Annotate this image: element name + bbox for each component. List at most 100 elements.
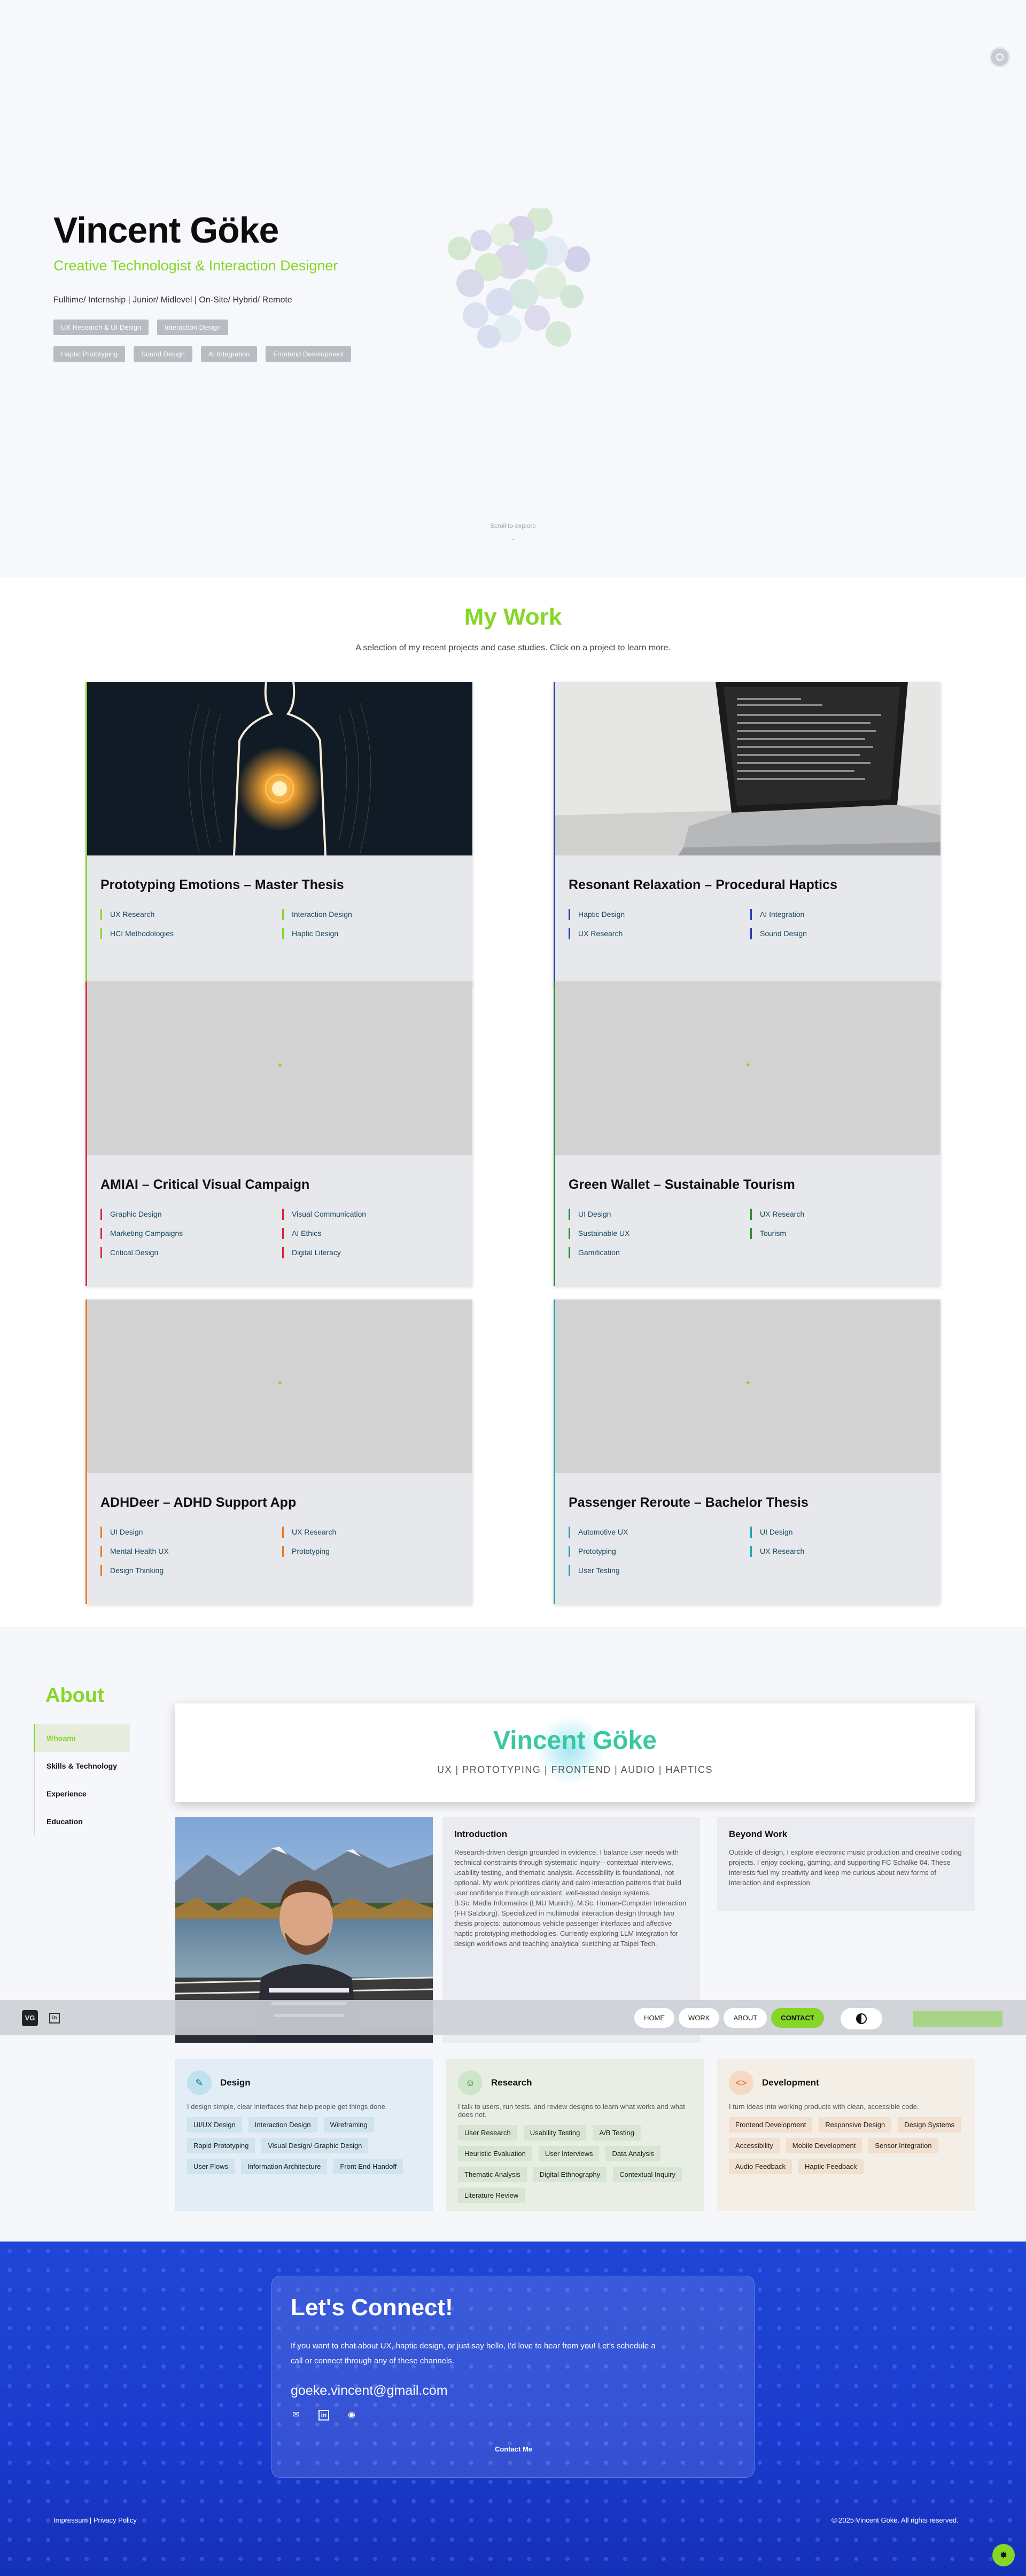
skill-card-development: <> Development I turn ideas into working … bbox=[717, 2059, 975, 2211]
project-tag: Sustainable UX bbox=[569, 1228, 750, 1239]
project-tag: Marketing Campaigns bbox=[100, 1228, 282, 1239]
banner-subtitle: UX | PROTOTYPING | FRONTEND | AUDIO | HA… bbox=[437, 1764, 713, 1775]
skill-pill: Thematic Analysis bbox=[458, 2167, 527, 2182]
project-tags: Automotive UX UI Design Prototyping UX R… bbox=[569, 1527, 932, 1576]
about-nav-skills[interactable]: Skills & Technology bbox=[34, 1752, 130, 1780]
project-tag: Visual Communication bbox=[282, 1209, 464, 1220]
project-image bbox=[555, 682, 941, 855]
project-card[interactable]: ✦ AMIAI – Critical Visual Campaign Graph… bbox=[86, 982, 472, 1286]
about-section: About Whoami Skills & Technology Experie… bbox=[0, 1627, 1026, 2242]
skill-pill: Audio Feedback bbox=[729, 2159, 792, 2174]
project-tag: Mental Health UX bbox=[100, 1546, 282, 1557]
skill-pill: Rapid Prototyping bbox=[187, 2138, 255, 2153]
skill-pill: User Flows bbox=[187, 2159, 235, 2174]
about-nav-education[interactable]: Education bbox=[34, 1808, 130, 1835]
skill-pill: Visual Design/ Graphic Design bbox=[261, 2138, 369, 2153]
skill-pills: UI/UX Design Interaction Design Wirefram… bbox=[187, 2117, 421, 2174]
skill-pill: User Interviews bbox=[538, 2146, 600, 2161]
skill-chip: Frontend Development bbox=[266, 346, 352, 362]
skill-pill: User Research bbox=[458, 2125, 517, 2141]
banner-name: Vincent Göke bbox=[493, 1726, 657, 1755]
skill-card-title: Design bbox=[220, 2077, 251, 2088]
github-icon[interactable]: ◉ bbox=[346, 2410, 357, 2421]
project-card[interactable]: ✦ ADHDeer – ADHD Support App UI Design U… bbox=[86, 1299, 472, 1604]
settings-button[interactable] bbox=[990, 47, 1010, 67]
skill-pills: Frontend Development Responsive Design D… bbox=[729, 2117, 963, 2174]
contact-section: Let's Connect! If you want to chat about… bbox=[0, 2242, 1026, 2576]
skill-pill: Usability Testing bbox=[523, 2125, 587, 2141]
nav-contact[interactable]: CONTACT bbox=[771, 2008, 824, 2028]
nav-work[interactable]: WORK bbox=[679, 2008, 720, 2028]
pen-icon: ✎ bbox=[187, 2071, 212, 2095]
floating-action-button[interactable]: ✸ bbox=[992, 2544, 1015, 2566]
about-nav-experience[interactable]: Experience bbox=[34, 1780, 130, 1808]
theme-toggle-button[interactable] bbox=[841, 2008, 882, 2029]
work-title: My Work bbox=[464, 604, 562, 630]
project-tag: Digital Literacy bbox=[282, 1247, 464, 1258]
skill-pill: Digital Ethnography bbox=[533, 2167, 607, 2182]
hero-availability: Fulltime/ Internship | Junior/ Midlevel … bbox=[53, 295, 292, 305]
project-tag: UI Design bbox=[569, 1209, 750, 1220]
hero-role: Creative Technologist & Interaction Desi… bbox=[53, 258, 338, 274]
nav-about[interactable]: ABOUT bbox=[724, 2008, 767, 2028]
logo[interactable]: VG bbox=[22, 2010, 38, 2026]
contact-title: Let's Connect! bbox=[291, 2294, 453, 2321]
project-tag: Tourism bbox=[750, 1228, 932, 1239]
project-card[interactable]: Prototyping Emotions – Master Thesis UX … bbox=[86, 682, 472, 986]
project-tag: UX Research bbox=[569, 928, 750, 939]
code-icon: <> bbox=[729, 2071, 753, 2095]
project-tags: Graphic Design Visual Communication Mark… bbox=[100, 1209, 464, 1258]
footer-legal-links[interactable]: Impressum | Privacy Policy bbox=[53, 2516, 137, 2524]
about-nav-whoami[interactable]: Whoami bbox=[34, 1724, 130, 1752]
linkedin-icon[interactable]: in bbox=[49, 2013, 60, 2024]
chevron-down-icon[interactable]: ⌄ bbox=[510, 536, 516, 542]
skill-pill: Literature Review bbox=[458, 2188, 525, 2203]
skill-card-research: ☺ Research I talk to users, run tests, an… bbox=[446, 2059, 704, 2211]
nav-home[interactable]: HOME bbox=[634, 2008, 674, 2028]
skill-chip: UX Research & UI Design bbox=[53, 320, 149, 335]
mail-icon[interactable]: ✉ bbox=[291, 2410, 301, 2421]
project-title: Prototyping Emotions – Master Thesis bbox=[100, 877, 344, 892]
linkedin-icon[interactable]: in bbox=[318, 2410, 329, 2421]
contact-text: If you want to chat about UX, haptic des… bbox=[291, 2341, 656, 2365]
skill-card-design: ✎ Design I design simple, clear interface… bbox=[175, 2059, 433, 2211]
project-card[interactable]: Resonant Relaxation – Procedural Haptics… bbox=[554, 682, 941, 986]
project-image-placeholder: ✦ bbox=[555, 1299, 941, 1473]
hero-section: Vincent Göke Creative Technologist & Int… bbox=[0, 0, 1026, 577]
skill-pill: A/B Testing bbox=[593, 2125, 641, 2141]
project-title: ADHDeer – ADHD Support App bbox=[100, 1495, 297, 1510]
skill-pill: Wireframing bbox=[323, 2117, 374, 2133]
loading-spark-icon: ✦ bbox=[745, 1379, 751, 1387]
bubble-cluster-graphic bbox=[448, 208, 590, 348]
skill-chip: Interaction Design bbox=[157, 320, 229, 335]
project-tag: Interaction Design bbox=[282, 909, 464, 920]
intro-text-education: B.Sc. Media Informatics (LMU Munich), M.… bbox=[454, 1899, 687, 1948]
project-tag: User Testing bbox=[569, 1565, 750, 1576]
skill-pill: Accessibility bbox=[729, 2138, 780, 2153]
skill-pill: Sensor Integration bbox=[868, 2138, 938, 2153]
skill-pill: Haptic Feedback bbox=[798, 2159, 864, 2174]
skill-pills: User Research Usability Testing A/B Test… bbox=[458, 2125, 692, 2203]
project-tag: HCI Methodologies bbox=[100, 928, 282, 939]
work-subtitle: A selection of my recent projects and ca… bbox=[355, 643, 671, 652]
skill-pill: Heuristic Evaluation bbox=[458, 2146, 532, 2161]
intro-text: Research-driven design grounded in evide… bbox=[454, 1848, 681, 1897]
about-banner: Vincent Göke UX | PROTOTYPING | FRONTEND… bbox=[175, 1703, 975, 1802]
project-tag: UI Design bbox=[100, 1527, 282, 1538]
project-tag: Prototyping bbox=[569, 1546, 750, 1557]
nav-links: HOME WORK ABOUT CONTACT bbox=[634, 2008, 824, 2028]
project-card[interactable]: ✦ Green Wallet – Sustainable Tourism UI … bbox=[554, 982, 941, 1286]
project-tag: Haptic Design bbox=[282, 928, 464, 939]
contact-me-button[interactable]: Contact Me bbox=[272, 2445, 755, 2453]
skill-chips-row-2: Haptic Prototyping Sound Design AI Integ… bbox=[53, 346, 352, 362]
project-card[interactable]: ✦ Passenger Reroute – Bachelor Thesis Au… bbox=[554, 1299, 941, 1604]
project-image-placeholder: ✦ bbox=[555, 982, 941, 1155]
contact-email[interactable]: goeke.vincent@gmail.com bbox=[291, 2383, 448, 2399]
project-title: AMIAI – Critical Visual Campaign bbox=[100, 1177, 310, 1192]
about-title: About bbox=[45, 1684, 104, 1707]
project-tag: Graphic Design bbox=[100, 1209, 282, 1220]
laptop-image bbox=[555, 682, 941, 855]
skill-pill: Frontend Development bbox=[729, 2117, 813, 2133]
contact-channels: ✉ in ◉ bbox=[291, 2410, 357, 2421]
project-tag: UI Design bbox=[750, 1527, 932, 1538]
